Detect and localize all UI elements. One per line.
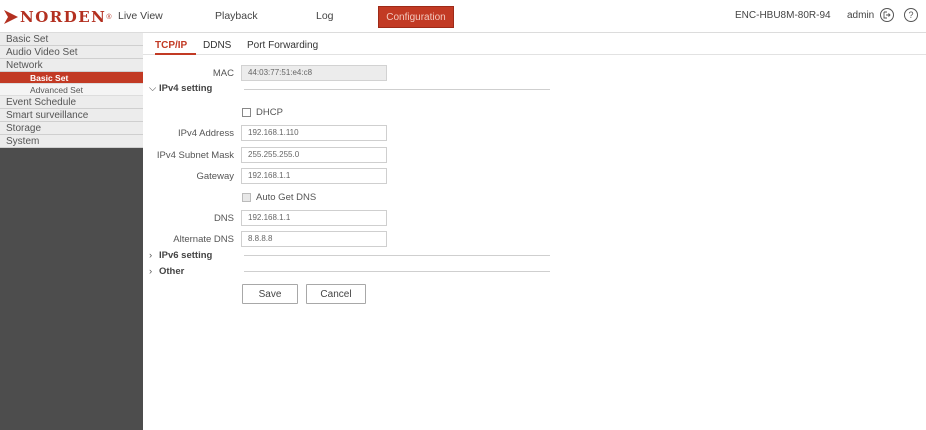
- nav-configuration[interactable]: Configuration: [378, 6, 454, 28]
- dhcp-checkbox[interactable]: [242, 108, 251, 117]
- tab-divider: [143, 54, 926, 55]
- brand-registered-mark: ®: [106, 13, 112, 21]
- auto-dns-label: Auto Get DNS: [256, 192, 317, 203]
- sidebar-item-basic-set[interactable]: Basic Set: [0, 33, 143, 46]
- ipv4-section-title: IPv4 setting: [159, 83, 213, 94]
- other-section-title: Other: [159, 266, 185, 277]
- dhcp-label: DHCP: [256, 107, 283, 118]
- nav-live-view[interactable]: Live View: [118, 10, 163, 22]
- dhcp-checkbox-row[interactable]: DHCP: [242, 107, 283, 118]
- alternate-dns-label: Alternate DNS: [173, 234, 234, 245]
- subnet-mask-input[interactable]: 255.255.255.0: [241, 147, 387, 163]
- ipv4-section-header[interactable]: ⌵ IPv4 setting: [149, 83, 212, 94]
- brand-name: NORDEN: [20, 8, 107, 26]
- ipv6-section-header[interactable]: › IPv6 setting: [149, 250, 212, 261]
- sidebar-subitem-advanced-set[interactable]: Advanced Set: [0, 84, 143, 96]
- gateway-label: Gateway: [196, 171, 235, 182]
- auto-dns-checkbox[interactable]: [242, 193, 251, 202]
- top-bar: NORDEN ® Live View Playback Log Configur…: [0, 0, 926, 33]
- sidebar-item-audio-video-set[interactable]: Audio Video Set: [0, 46, 143, 59]
- ipv4-section-divider: [244, 89, 550, 90]
- dns-label: DNS: [213, 213, 234, 224]
- mac-field: 44:03:77:51:e4:c8: [241, 65, 387, 81]
- tab-ddns[interactable]: DDNS: [203, 40, 231, 51]
- nav-configuration-label: Configuration: [386, 11, 446, 23]
- user-name: admin: [847, 10, 875, 21]
- mac-label: MAC: [212, 68, 234, 79]
- chevron-down-icon: ⌵: [149, 83, 157, 94]
- brand-logo: NORDEN ®: [4, 8, 112, 26]
- chevron-right-icon: ›: [149, 266, 153, 277]
- other-section-divider: [244, 271, 550, 272]
- save-button[interactable]: Save: [242, 284, 298, 304]
- dns-input[interactable]: 192.168.1.1: [241, 210, 387, 226]
- tab-port-forwarding[interactable]: Port Forwarding: [247, 40, 318, 51]
- alternate-dns-input[interactable]: 8.8.8.8: [241, 231, 387, 247]
- nav-log[interactable]: Log: [316, 10, 334, 22]
- auto-dns-checkbox-row[interactable]: Auto Get DNS: [242, 192, 316, 203]
- subnet-mask-label: IPv4 Subnet Mask: [156, 150, 234, 161]
- logout-icon[interactable]: [880, 8, 894, 22]
- chevron-right-icon: ›: [149, 250, 153, 261]
- sidebar-item-smart-surveillance[interactable]: Smart surveillance: [0, 109, 143, 122]
- device-name: ENC-HBU8M-80R-94: [735, 10, 831, 21]
- brand-arrow-icon: [4, 10, 18, 24]
- other-section-header[interactable]: › Other: [149, 266, 184, 277]
- ipv6-section-divider: [244, 255, 550, 256]
- ipv4-address-input[interactable]: 192.168.1.110: [241, 125, 387, 141]
- ipv4-address-label: IPv4 Address: [178, 128, 234, 139]
- ipv6-section-title: IPv6 setting: [159, 250, 213, 261]
- nav-playback[interactable]: Playback: [215, 10, 258, 22]
- sidebar-item-event-schedule[interactable]: Event Schedule: [0, 96, 143, 109]
- cancel-button-label: Cancel: [320, 288, 352, 300]
- help-icon[interactable]: ?: [904, 8, 918, 22]
- save-button-label: Save: [258, 288, 282, 300]
- cancel-button[interactable]: Cancel: [306, 284, 366, 304]
- active-tab-indicator: [155, 53, 196, 55]
- sidebar: Basic Set Audio Video Set Network Basic …: [0, 33, 143, 430]
- gateway-input[interactable]: 192.168.1.1: [241, 168, 387, 184]
- tab-tcp-ip[interactable]: TCP/IP: [155, 40, 187, 51]
